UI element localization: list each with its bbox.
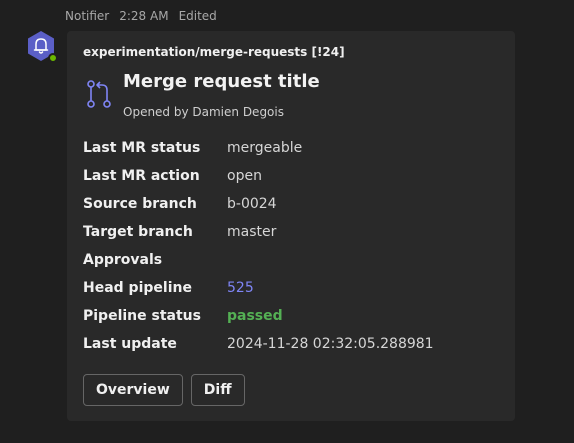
fact-value: master xyxy=(227,224,277,240)
fact-key: Last update xyxy=(83,336,177,352)
fact-value: 2024-11-28 02:32:05.288981 xyxy=(227,336,434,352)
fact-head-pipeline: Head pipeline 525 xyxy=(83,274,503,302)
sender-name[interactable]: Notifier xyxy=(65,9,109,23)
adaptive-card: experimentation/merge-requests [!24] Mer… xyxy=(67,31,515,421)
fact-key: Last MR action xyxy=(83,168,200,184)
message-meta: Notifier 2:28 AM Edited xyxy=(65,9,227,23)
fact-key: Source branch xyxy=(83,196,197,212)
fact-value: mergeable xyxy=(227,140,303,156)
mr-title: Merge request title xyxy=(123,71,320,92)
head-pipeline-link[interactable]: 525 xyxy=(227,280,254,296)
fact-last-mr-status: Last MR status mergeable xyxy=(83,134,503,162)
card-actions: Overview Diff xyxy=(83,374,245,406)
overview-button[interactable]: Overview xyxy=(83,374,183,406)
pipeline-status-badge: passed xyxy=(227,308,283,324)
fact-key: Head pipeline xyxy=(83,280,192,296)
fact-source-branch: Source branch b-0024 xyxy=(83,190,503,218)
fact-key: Approvals xyxy=(83,252,163,268)
merge-request-icon xyxy=(87,80,111,108)
diff-button[interactable]: Diff xyxy=(190,374,245,406)
repo-reference: experimentation/merge-requests [!24] xyxy=(83,45,345,59)
fact-value: b-0024 xyxy=(227,196,277,212)
message-time: 2:28 AM xyxy=(119,9,169,23)
fact-value: open xyxy=(227,168,262,184)
fact-target-branch: Target branch master xyxy=(83,218,503,246)
avatar[interactable] xyxy=(25,30,58,63)
fact-key: Pipeline status xyxy=(83,308,201,324)
fact-last-update: Last update 2024-11-28 02:32:05.288981 xyxy=(83,330,503,358)
edited-label: Edited xyxy=(178,9,217,23)
fact-set: Last MR status mergeable Last MR action … xyxy=(83,134,503,358)
fact-last-mr-action: Last MR action open xyxy=(83,162,503,190)
fact-approvals: Approvals xyxy=(83,246,503,274)
opened-by: Opened by Damien Degois xyxy=(123,105,284,119)
fact-pipeline-status: Pipeline status passed xyxy=(83,302,503,330)
presence-available-icon xyxy=(48,53,58,63)
fact-key: Target branch xyxy=(83,224,193,240)
fact-key: Last MR status xyxy=(83,140,201,156)
